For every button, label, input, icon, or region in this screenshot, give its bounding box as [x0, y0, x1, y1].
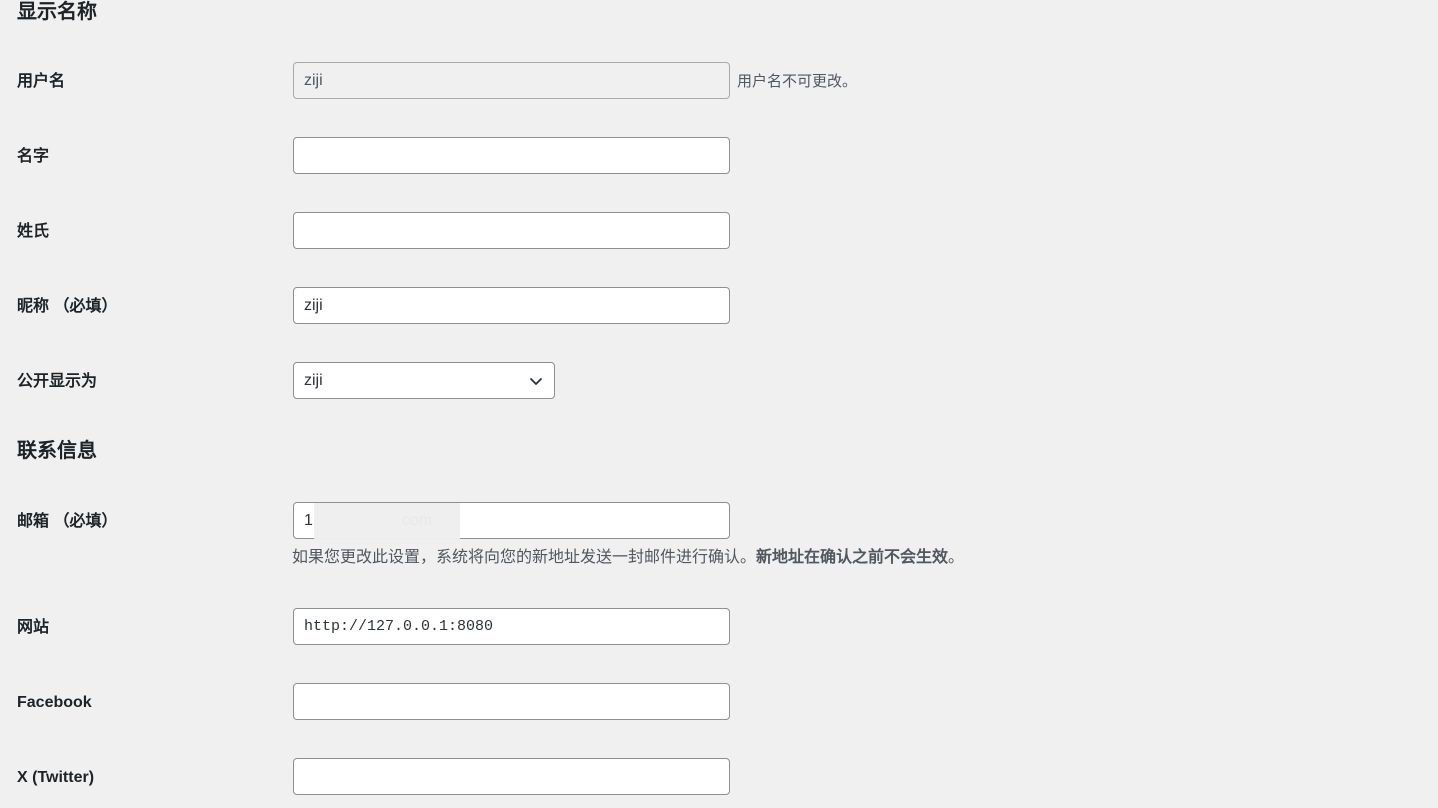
username-note: 用户名不可更改。 [737, 73, 858, 90]
redaction-mask [314, 503, 460, 544]
facebook-label: Facebook [17, 694, 92, 711]
website-input[interactable] [293, 608, 730, 645]
nickname-label: 昵称 （必填） [17, 298, 118, 315]
twitter-label: X (Twitter) [17, 769, 95, 786]
email-desc-normal: 如果您更改此设置，系统将向您的新地址发送一封邮件进行确认。 [292, 549, 757, 566]
first-name-label: 名字 [17, 148, 50, 165]
twitter-input[interactable] [293, 758, 730, 795]
section-title-name: 显示名称 [17, 1, 97, 23]
last-name-input[interactable] [293, 212, 730, 249]
email-field-wrap [293, 502, 730, 544]
section-title-contact: 联系信息 [17, 440, 97, 462]
last-name-label: 姓氏 [17, 223, 50, 240]
email-desc-bold: 新地址在确认之前不会生效 [756, 549, 949, 566]
chevron-down-icon [530, 377, 542, 385]
first-name-input[interactable] [293, 137, 730, 174]
website-label: 网站 [17, 619, 50, 636]
email-desc-end: 。 [948, 549, 965, 566]
display-name-selected-value: ziji [304, 371, 323, 389]
email-label: 邮箱 （必填） [17, 513, 118, 530]
facebook-input[interactable] [293, 683, 730, 720]
display-name-select[interactable]: ziji [293, 362, 555, 399]
profile-form-page: 显示名称 用户名 用户名不可更改。 名字 姓氏 昵称 （必填） 公开显示为 zi… [0, 0, 1438, 808]
username-label: 用户名 [17, 73, 66, 90]
username-input [293, 62, 730, 99]
nickname-input[interactable] [293, 287, 730, 324]
email-description: 如果您更改此设置，系统将向您的新地址发送一封邮件进行确认。新地址在确认之前不会生… [292, 548, 964, 568]
display-name-label: 公开显示为 [17, 373, 98, 390]
